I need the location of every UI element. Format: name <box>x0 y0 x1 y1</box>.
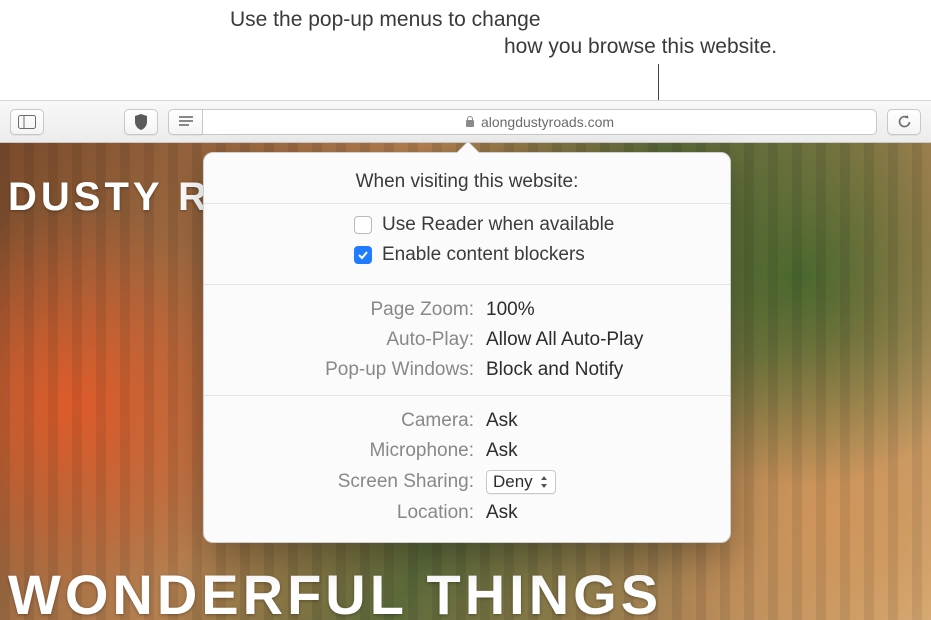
microphone-value[interactable]: Ask <box>486 440 710 462</box>
page-zoom-label: Page Zoom: <box>224 299 474 321</box>
auto-play-label: Auto-Play: <box>224 329 474 351</box>
camera-value[interactable]: Ask <box>486 410 710 432</box>
content-blockers-label: Enable content blockers <box>382 244 585 266</box>
content-blockers-row[interactable]: Enable content blockers <box>224 240 710 270</box>
popups-label: Pop-up Windows: <box>224 359 474 381</box>
location-value[interactable]: Ask <box>486 502 710 524</box>
website-settings-popover: When visiting this website: Use Reader w… <box>203 152 731 543</box>
screen-sharing-value: Deny <box>493 472 533 492</box>
sidebar-icon <box>18 115 36 129</box>
content-blockers-checkbox[interactable] <box>354 246 372 264</box>
page-zoom-value[interactable]: 100% <box>486 299 710 321</box>
caption-line2: how you browse this website. <box>230 33 931 60</box>
reload-button[interactable] <box>887 109 921 135</box>
popover-title: When visiting this website: <box>204 153 730 203</box>
url-text: alongdustyroads.com <box>481 114 614 130</box>
location-label: Location: <box>224 502 474 524</box>
screen-sharing-menu[interactable]: Deny <box>486 470 710 494</box>
camera-label: Camera: <box>224 410 474 432</box>
instruction-caption: Use the pop-up menus to change how you b… <box>0 6 931 61</box>
privacy-report-button[interactable] <box>124 109 158 135</box>
screen-sharing-popup[interactable]: Deny <box>486 470 556 494</box>
screen-sharing-label: Screen Sharing: <box>224 471 474 493</box>
auto-play-value[interactable]: Allow All Auto-Play <box>486 329 710 351</box>
address-bar[interactable]: alongdustyroads.com <box>202 109 877 135</box>
page-overlay-text-top: DUSTY R <box>8 175 211 220</box>
checkmark-icon <box>357 249 369 261</box>
lock-icon <box>465 116 475 128</box>
popup-arrows-icon <box>539 475 549 489</box>
page-overlay-text-bottom: WONDERFUL THINGS <box>8 562 662 620</box>
popups-value[interactable]: Block and Notify <box>486 359 710 381</box>
browser-toolbar: alongdustyroads.com <box>0 101 931 143</box>
reader-button[interactable] <box>168 109 202 135</box>
microphone-label: Microphone: <box>224 440 474 462</box>
caption-line1: Use the pop-up menus to change <box>230 6 931 33</box>
address-bar-group: alongdustyroads.com <box>168 109 877 135</box>
use-reader-checkbox[interactable] <box>354 216 372 234</box>
sidebar-button[interactable] <box>10 109 44 135</box>
reader-icon <box>178 116 194 128</box>
reload-icon <box>897 114 912 129</box>
use-reader-label: Use Reader when available <box>382 214 614 236</box>
use-reader-row[interactable]: Use Reader when available <box>224 210 710 240</box>
shield-icon <box>134 114 148 130</box>
